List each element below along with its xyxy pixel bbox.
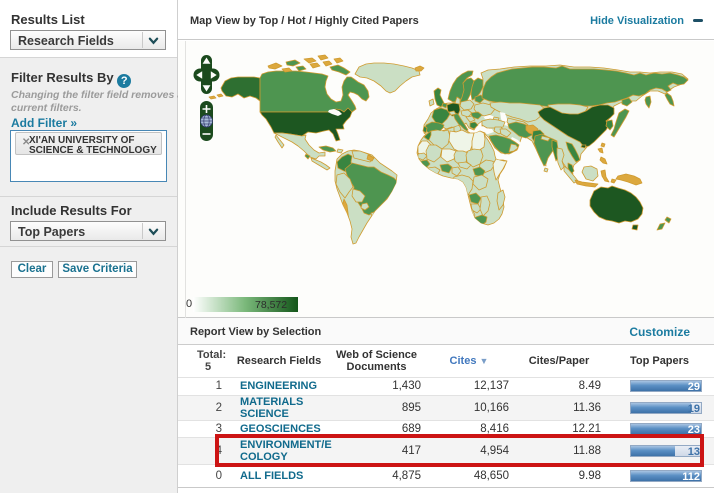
svg-text:78,572: 78,572 (255, 299, 287, 311)
svg-text:0: 0 (186, 298, 192, 310)
